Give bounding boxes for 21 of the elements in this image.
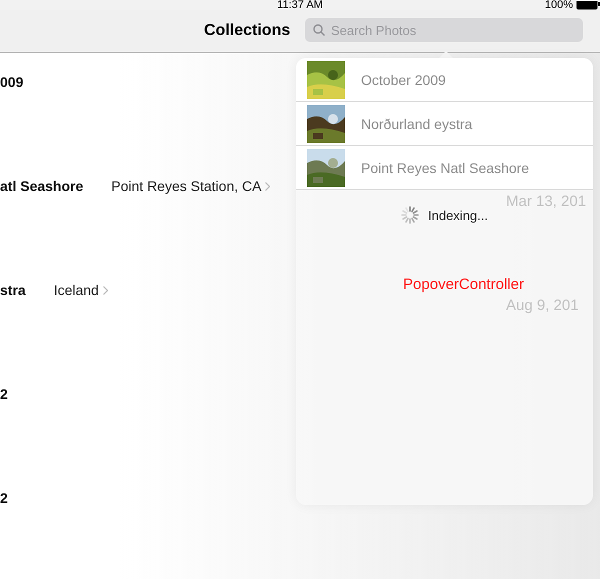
- location-link[interactable]: Point Reyes Station, CA: [111, 176, 270, 196]
- chevron-icon: [102, 286, 108, 294]
- status-time: 11:37 AM: [277, 0, 323, 10]
- search-result[interactable]: Point Reyes Natl Seashore: [296, 146, 593, 190]
- collection-title: atl Seashore: [0, 177, 84, 196]
- search-icon: [313, 24, 325, 36]
- search-result[interactable]: Norðurland eystra: [296, 102, 593, 146]
- indexing-status: Indexing...: [428, 208, 488, 222]
- collection-title: 2: [0, 385, 8, 404]
- battery-percent: 100%: [544, 0, 573, 10]
- battery-icon: [576, 1, 600, 10]
- nav-title: Collections: [204, 22, 292, 40]
- spinner-icon: [401, 206, 419, 224]
- search-field[interactable]: Search Photos: [305, 18, 583, 42]
- collection-title: 2: [0, 489, 8, 508]
- collection-title: stra: [0, 281, 26, 300]
- popover-caption: PopoverController: [403, 276, 524, 293]
- chevron-icon: [265, 182, 270, 190]
- location-link[interactable]: Iceland: [54, 280, 108, 300]
- collection-title: 009: [0, 73, 24, 92]
- search-result[interactable]: October 2009: [296, 58, 593, 102]
